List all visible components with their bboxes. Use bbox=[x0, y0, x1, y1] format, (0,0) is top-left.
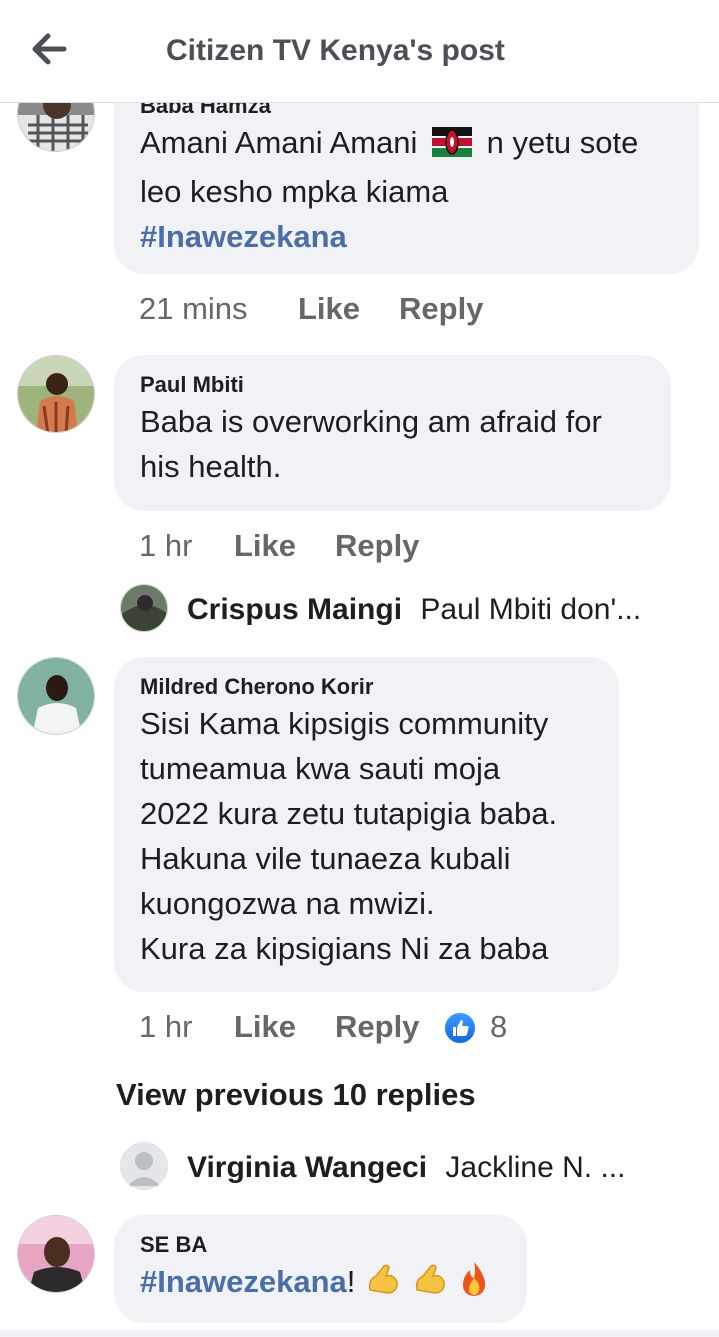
avatar[interactable] bbox=[17, 1215, 95, 1293]
comment-text-line: Hakuna vile tunaeza kubali bbox=[140, 841, 511, 876]
comment-actions: 1 hr Like Reply bbox=[139, 1007, 539, 1047]
comment-text: #Inawezekana! bbox=[140, 1259, 501, 1310]
reply-preview[interactable]: Crispus Maingi Paul Mbiti don'... bbox=[187, 585, 641, 635]
comment-author[interactable]: SE BA bbox=[140, 1231, 501, 1259]
reply-preview[interactable]: Virginia Wangeci Jackline N. ... bbox=[187, 1143, 625, 1193]
like-button[interactable]: Like bbox=[234, 526, 296, 566]
comment-text-line: 2022 kura zetu tutapigia baba. bbox=[140, 796, 558, 831]
flexed-biceps-icon bbox=[411, 1260, 449, 1310]
comment-text: Amani Amani Amani n yetu sote bbox=[140, 120, 673, 169]
reply-author[interactable]: Virginia Wangeci bbox=[187, 1151, 427, 1184]
reply-author[interactable]: Crispus Maingi bbox=[187, 593, 402, 626]
view-previous-replies-link[interactable]: View previous 10 replies bbox=[116, 1077, 476, 1113]
comment-text-line: kuongozwa na mwizi. bbox=[140, 886, 435, 921]
hashtag-link[interactable]: #Inawezekana bbox=[140, 214, 673, 259]
comment-time: 1 hr bbox=[139, 528, 193, 563]
like-button[interactable]: Like bbox=[234, 1007, 296, 1047]
reply-button[interactable]: Reply bbox=[335, 1007, 419, 1047]
comment-text-line: Kura za kipsigians Ni za baba bbox=[140, 931, 549, 966]
avatar[interactable] bbox=[120, 584, 168, 632]
flexed-biceps-icon bbox=[364, 1260, 402, 1310]
divider bbox=[0, 1330, 719, 1337]
comment-text-line: leo kesho mpka kiama bbox=[140, 174, 449, 209]
like-button[interactable]: Like bbox=[298, 289, 360, 329]
hashtag-link[interactable]: #Inawezekana bbox=[140, 1264, 347, 1299]
kenya-flag-icon bbox=[432, 124, 473, 169]
comment-author[interactable]: Mildred Cherono Korir bbox=[140, 673, 593, 701]
thumbs-up-icon[interactable] bbox=[443, 1011, 477, 1045]
fire-icon bbox=[457, 1260, 491, 1310]
comment-text-part: ! bbox=[346, 1264, 356, 1299]
comment-bubble: Paul Mbiti Baba is overworking am afraid… bbox=[114, 355, 671, 511]
page-title: Citizen TV Kenya's post bbox=[166, 34, 505, 67]
comment-actions: 1 hr Like Reply bbox=[139, 526, 539, 566]
avatar[interactable] bbox=[17, 657, 95, 735]
reply-button[interactable]: Reply bbox=[335, 526, 419, 566]
comment-text-line: his health. bbox=[140, 449, 282, 484]
top-bar: Citizen TV Kenya's post bbox=[0, 0, 719, 103]
comment-time: 21 mins bbox=[139, 291, 248, 326]
reply-snippet: Paul Mbiti don'... bbox=[420, 593, 642, 626]
back-arrow-icon[interactable] bbox=[28, 30, 70, 68]
comment-text-line: Sisi Kama kipsigis community bbox=[140, 706, 549, 741]
reply-snippet: Jackline N. ... bbox=[445, 1151, 626, 1184]
comment-bubble: SE BA #Inawezekana! bbox=[114, 1215, 527, 1323]
comment-text-line: Baba is overworking am afraid for bbox=[140, 404, 602, 439]
comment-actions: 21 mins Like Reply bbox=[139, 289, 539, 329]
reply-button[interactable]: Reply bbox=[399, 289, 483, 329]
comment-text-part: Amani Amani Amani bbox=[140, 125, 418, 160]
comment-author[interactable]: Paul Mbiti bbox=[140, 371, 645, 399]
comment-text-line: tumeamua kwa sauti moja bbox=[140, 751, 501, 786]
comment-time: 1 hr bbox=[139, 1009, 193, 1044]
reaction-count[interactable]: 8 bbox=[490, 1007, 530, 1047]
comment-bubble: Baba Hamza Amani Amani Amani n yetu sote… bbox=[114, 74, 699, 274]
comment-text-part: n yetu sote bbox=[486, 125, 639, 160]
comment-bubble: Mildred Cherono Korir Sisi Kama kipsigis… bbox=[114, 657, 619, 992]
default-avatar-icon[interactable] bbox=[120, 1142, 168, 1190]
avatar[interactable] bbox=[17, 355, 95, 433]
